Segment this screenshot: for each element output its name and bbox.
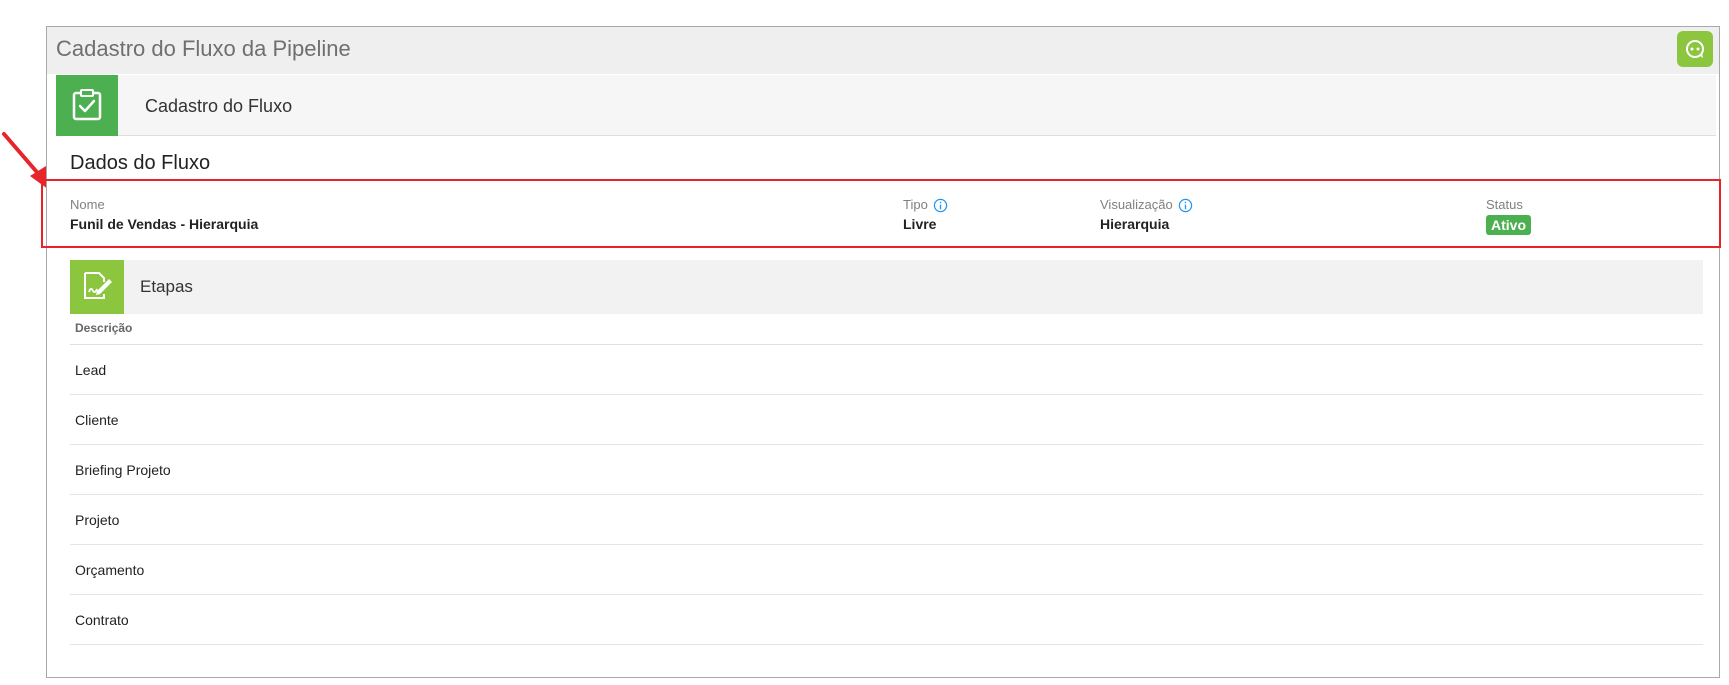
table-header-descricao: Descrição <box>70 320 1703 345</box>
field-tipo-label: Tipo <box>903 197 948 213</box>
help-button[interactable] <box>1677 31 1713 67</box>
etapas-icon-box <box>70 260 124 314</box>
section-icon-box <box>56 75 118 136</box>
highlight-box <box>41 179 1721 248</box>
window-title: Cadastro do Fluxo da Pipeline <box>56 36 351 61</box>
dados-title: Dados do Fluxo <box>70 152 211 174</box>
table-row[interactable]: Contrato <box>70 595 1703 645</box>
status-badge: Ativo <box>1486 215 1531 235</box>
field-nome-label: Nome <box>70 197 105 212</box>
table-row[interactable]: Cliente <box>70 395 1703 445</box>
etapas-label: Etapas <box>140 277 193 296</box>
field-visualizacao-value: Hierarquia <box>1100 216 1170 232</box>
etapas-table: Descrição Lead Cliente Briefing Projeto … <box>70 320 1703 645</box>
clipboard-check-icon <box>72 89 102 121</box>
field-tipo-value: Livre <box>903 216 937 232</box>
help-chat-icon <box>1686 40 1704 58</box>
tipo-info-icon[interactable] <box>933 198 948 213</box>
field-visualizacao-label: Visualização <box>1100 197 1193 213</box>
document-edit-icon <box>84 272 112 299</box>
field-visualizacao: Visualização Hierarquia <box>1100 197 1193 233</box>
table-row[interactable]: Lead <box>70 345 1703 395</box>
table-row[interactable]: Orçamento <box>70 545 1703 595</box>
section-etapas-header: Etapas <box>70 260 1703 314</box>
field-nome-value: Funil de Vendas - Hierarquia <box>70 216 259 232</box>
field-status: Status Ativo <box>1486 197 1531 235</box>
section-cadastro-header: Cadastro do Fluxo <box>56 75 1716 136</box>
field-nome: Nome Funil de Vendas - Hierarquia <box>70 197 258 233</box>
field-tipo: Tipo Livre <box>903 197 948 233</box>
section-cadastro-label: Cadastro do Fluxo <box>145 96 293 116</box>
visualizacao-info-icon[interactable] <box>1178 198 1193 213</box>
table-row[interactable]: Briefing Projeto <box>70 445 1703 495</box>
table-row[interactable]: Projeto <box>70 495 1703 545</box>
window-titlebar: Cadastro do Fluxo da Pipeline <box>47 27 1719 74</box>
field-status-label: Status <box>1486 197 1523 212</box>
pipeline-window: Cadastro do Fluxo da Pipeline Cadastro d… <box>41 26 1721 678</box>
